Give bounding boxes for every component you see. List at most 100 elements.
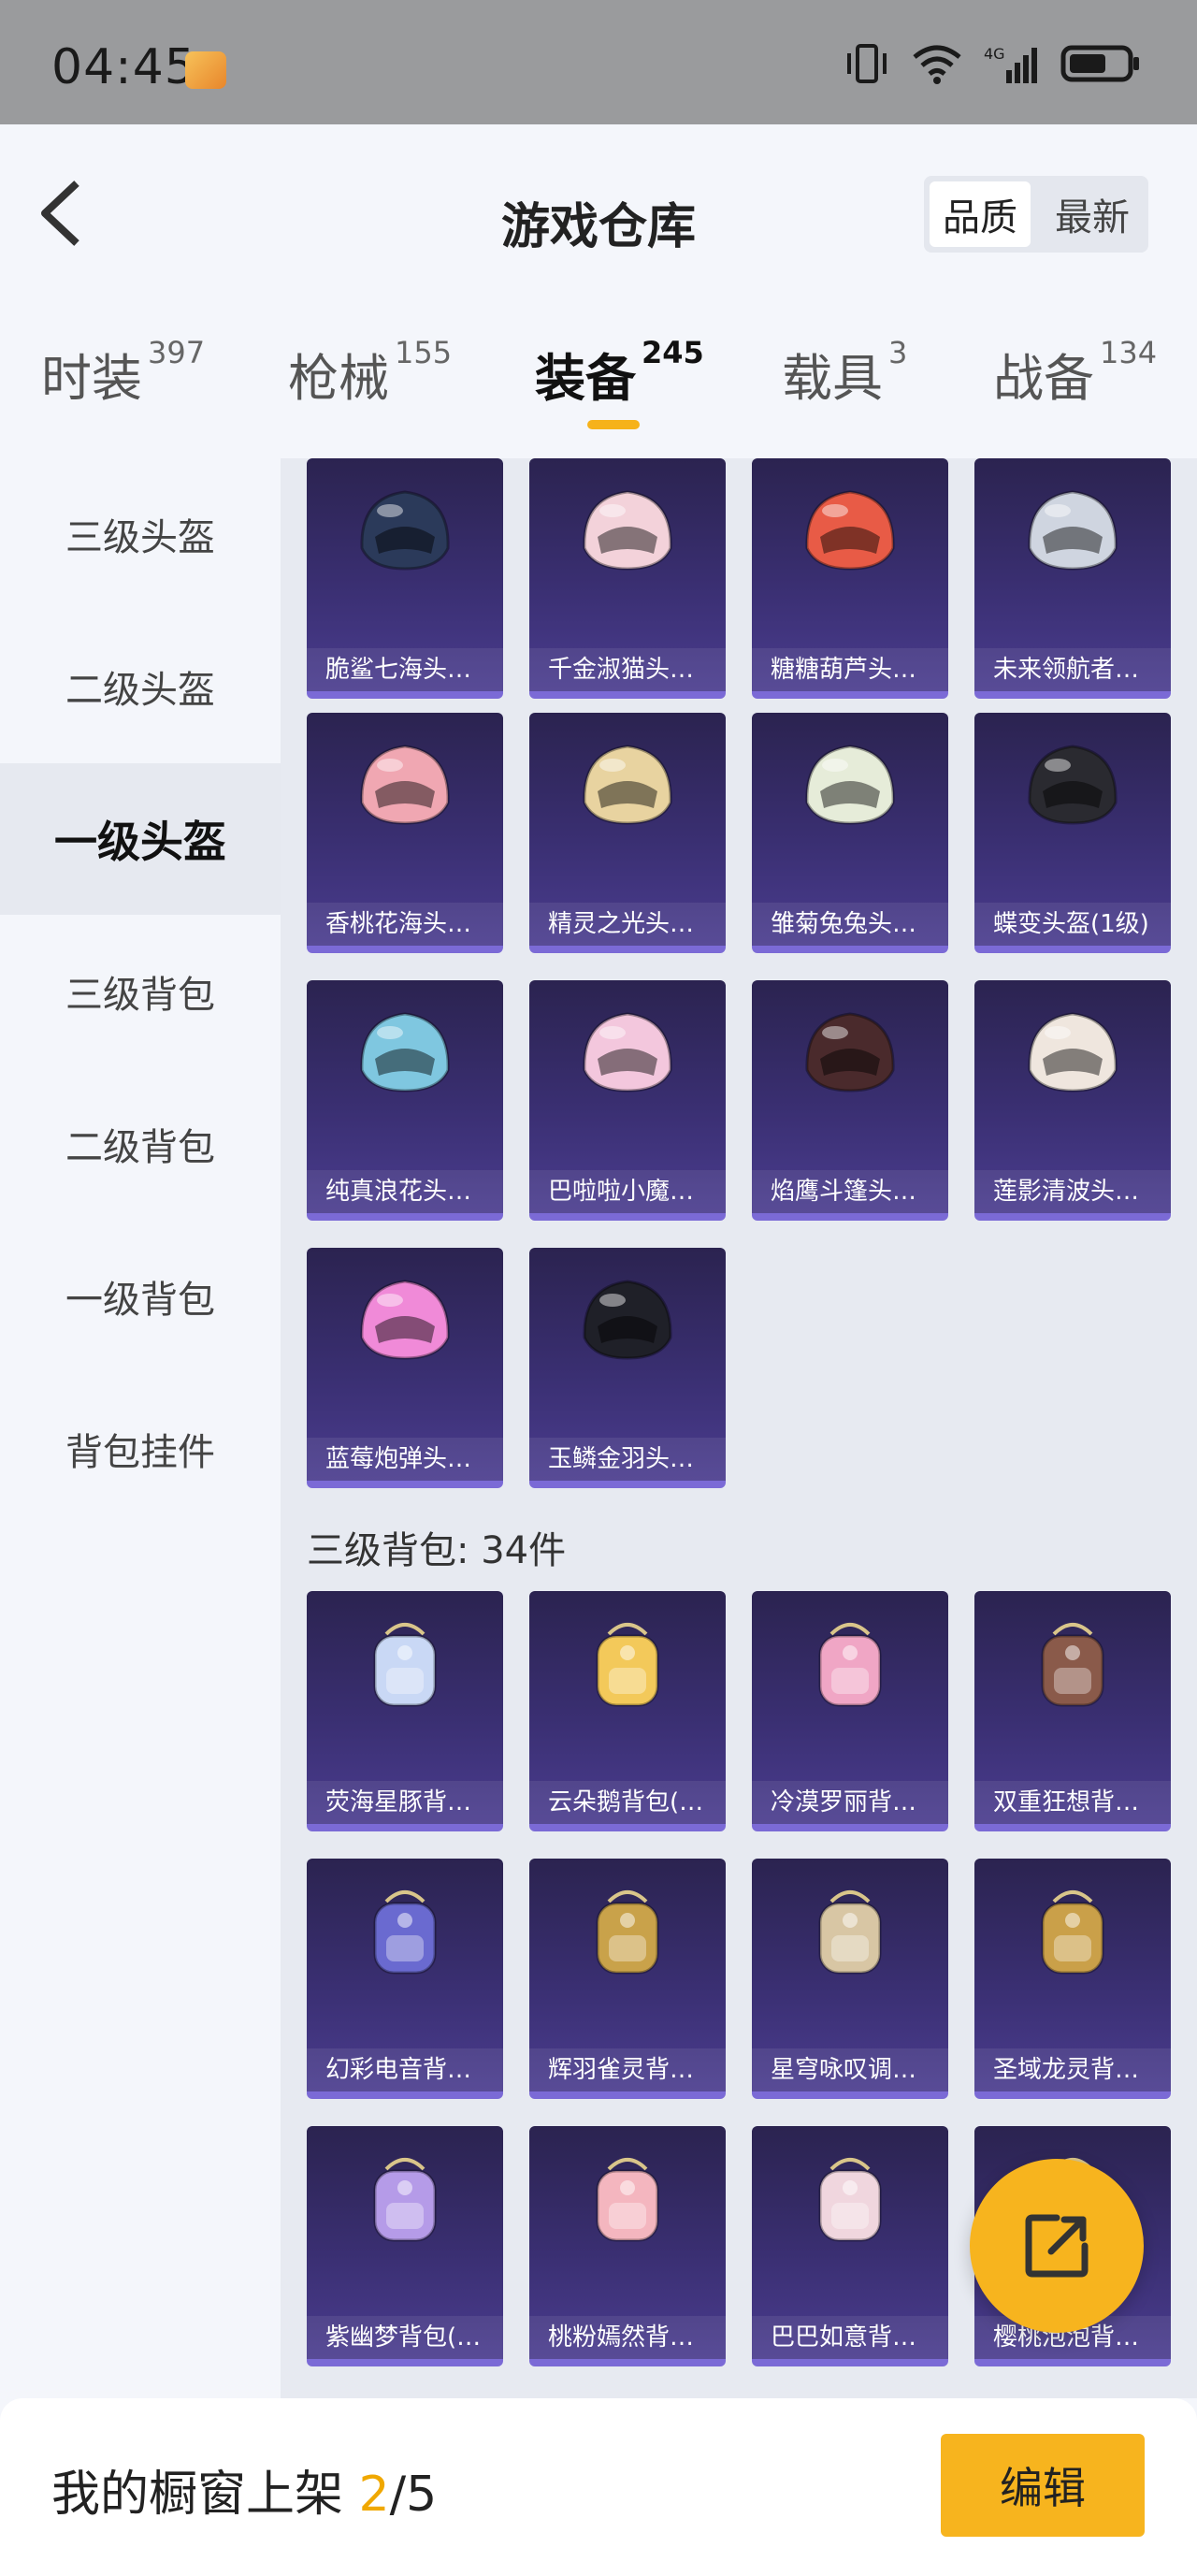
tab-firearms[interactable]: 枪械 155	[288, 335, 452, 411]
sidebar-item-level2-helmet[interactable]: 二级头盔	[0, 611, 281, 762]
tab-label: 载具	[782, 349, 883, 408]
helmet-icon	[583, 1280, 672, 1360]
card-name: 脆鲨七海头…	[307, 648, 503, 691]
card-name: 千金淑猫头…	[529, 648, 726, 691]
share-external-icon	[1025, 2214, 1089, 2278]
backpack-card[interactable]: 冷漠罗丽背…	[752, 1591, 948, 1831]
helmet-card[interactable]: 千金淑猫头…	[529, 458, 726, 699]
active-tab-indicator	[587, 420, 640, 429]
backpack-card[interactable]: 云朵鹅背包(…	[529, 1591, 726, 1831]
backpack-icon	[596, 1890, 659, 1975]
backpack-card[interactable]: 巴巴如意背…	[752, 2126, 948, 2366]
helmet-card[interactable]: 莲影清波头…	[974, 980, 1171, 1221]
backpack-icon	[596, 1623, 659, 1707]
card-name: 玉鳞金羽头…	[529, 1438, 726, 1481]
status-time: 04:45	[51, 39, 196, 95]
tab-count: 3	[888, 335, 908, 370]
showcase-total: /5	[389, 2467, 438, 2523]
tab-vehicles[interactable]: 载具 3	[782, 335, 908, 411]
signal-4g-icon: 4G	[984, 45, 1037, 83]
helmet-icon	[805, 490, 895, 571]
helmet-card[interactable]: 蓝莓炮弹头…	[307, 1248, 503, 1488]
tab-label: 装备	[535, 349, 636, 408]
backpack-card[interactable]: 紫幽梦背包(…	[307, 2126, 503, 2366]
card-name: 莲影清波头…	[974, 1170, 1171, 1213]
card-name: 双重狂想背…	[974, 1781, 1171, 1824]
backpack-card[interactable]: 荧海星豚背…	[307, 1591, 503, 1831]
helmet-card[interactable]: 巴啦啦小魔…	[529, 980, 726, 1221]
helmet-icon	[583, 1012, 672, 1093]
tab-label: 枪械	[288, 349, 389, 408]
sidebar-item-level1-backpack[interactable]: 一级背包	[0, 1221, 281, 1372]
sidebar-item-level2-backpack[interactable]: 二级背包	[0, 1068, 281, 1220]
sort-quality-option[interactable]: 品质	[930, 181, 1031, 247]
card-name: 蝶变头盔(1级)	[974, 903, 1171, 946]
sort-newest-option[interactable]: 最新	[1042, 181, 1143, 247]
backpack-card[interactable]: 辉羽雀灵背…	[529, 1859, 726, 2099]
backpack-card[interactable]: 幻彩电音背…	[307, 1859, 503, 2099]
bottom-bar: 我的橱窗上架 2/5 编辑	[0, 2398, 1197, 2576]
showcase-current: 2	[358, 2467, 390, 2523]
card-name: 蓝莓炮弹头…	[307, 1438, 503, 1481]
card-name: 纯真浪花头…	[307, 1170, 503, 1213]
backpack-card[interactable]: 圣域龙灵背…	[974, 1859, 1171, 2099]
card-name: 幻彩电音背…	[307, 2048, 503, 2091]
card-name: 未来领航者…	[974, 648, 1171, 691]
card-name: 香桃花海头…	[307, 903, 503, 946]
helmet-card[interactable]: 脆鲨七海头…	[307, 458, 503, 699]
helmet-icon	[583, 490, 672, 571]
helmet-icon	[360, 1012, 450, 1093]
sidebar-item-backpack-charm[interactable]: 背包挂件	[0, 1373, 281, 1525]
helmet-card[interactable]: 香桃花海头…	[307, 713, 503, 953]
helmet-card[interactable]: 焰鹰斗篷头…	[752, 980, 948, 1221]
vibrate-icon	[847, 44, 887, 83]
helmet-icon	[805, 745, 895, 825]
showcase-count: 我的橱窗上架 2/5	[51, 2454, 437, 2525]
card-name: 巴啦啦小魔…	[529, 1170, 726, 1213]
helmet-card[interactable]: 未来领航者…	[974, 458, 1171, 699]
helmet-icon	[360, 745, 450, 825]
wifi-icon	[913, 45, 961, 84]
card-name: 荧海星豚背…	[307, 1781, 503, 1824]
helmet-card[interactable]: 玉鳞金羽头…	[529, 1248, 726, 1488]
share-button[interactable]	[970, 2159, 1144, 2333]
tab-fashion[interactable]: 时装 397	[41, 335, 206, 411]
backpack-card[interactable]: 桃粉嫣然背…	[529, 2126, 726, 2366]
helmet-icon	[805, 1012, 895, 1093]
backpack-card[interactable]: 双重狂想背…	[974, 1591, 1171, 1831]
sidebar-item-level3-helmet[interactable]: 三级头盔	[0, 458, 281, 610]
helmet-card[interactable]: 精灵之光头…	[529, 713, 726, 953]
card-name: 紫幽梦背包(…	[307, 2316, 503, 2359]
helmet-card[interactable]: 纯真浪花头…	[307, 980, 503, 1221]
backpack-icon	[373, 1890, 437, 1975]
tab-equipment[interactable]: 装备 245	[535, 335, 704, 411]
card-name: 糖糖葫芦头…	[752, 648, 948, 691]
helmet-card[interactable]: 糖糖葫芦头…	[752, 458, 948, 699]
sort-toggle: 品质 最新	[924, 176, 1148, 253]
card-name: 圣域龙灵背…	[974, 2048, 1171, 2091]
helmet-icon	[583, 745, 672, 825]
status-icons: 4G	[844, 42, 1141, 85]
card-name: 精灵之光头…	[529, 903, 726, 946]
card-name: 巴巴如意背…	[752, 2316, 948, 2359]
helmet-icon	[1028, 490, 1118, 571]
backpack-icon	[596, 2158, 659, 2242]
section-label-level3-backpack: 三级背包: 34件	[307, 1529, 567, 1572]
helmet-card[interactable]: 蝶变头盔(1级)	[974, 713, 1171, 953]
backpack-icon	[1041, 1623, 1104, 1707]
item-grid: 三级背包: 34件 脆鲨七海头… 千金淑猫头… 糖糖葫芦头… 未来领航者… 香桃花海头……	[281, 458, 1197, 2398]
card-name: 桃粉嫣然背…	[529, 2316, 726, 2359]
tab-supplies[interactable]: 战备 134	[993, 335, 1157, 411]
backpack-card[interactable]: 星穹咏叹调…	[752, 1859, 948, 2099]
sidebar-item-level3-backpack[interactable]: 三级背包	[0, 916, 281, 1067]
edit-button[interactable]: 编辑	[941, 2434, 1145, 2537]
tab-label: 时装	[41, 349, 142, 408]
backpack-icon	[373, 2158, 437, 2242]
tab-count: 397	[148, 335, 206, 370]
backpack-icon	[818, 1623, 882, 1707]
card-name: 冷漠罗丽背…	[752, 1781, 948, 1824]
status-bar: 04:45 4G	[0, 0, 1197, 124]
helmet-card[interactable]: 雏菊兔兔头…	[752, 713, 948, 953]
card-name: 星穹咏叹调…	[752, 2048, 948, 2091]
sidebar-item-level1-helmet[interactable]: 一级头盔	[0, 763, 281, 915]
